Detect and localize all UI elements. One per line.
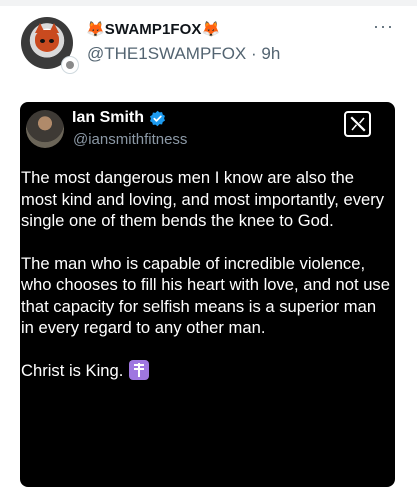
author-name: SWAMP1FOX xyxy=(104,21,202,38)
author-display-name[interactable]: 🦊SWAMP1FOX🦊 xyxy=(86,20,220,38)
post-time[interactable]: 9h xyxy=(261,44,280,63)
embedded-paragraph-2: The man who is capable of incredible vio… xyxy=(21,253,390,338)
embedded-post-image[interactable]: Ian Smith @iansmithfitness The most dang… xyxy=(20,102,395,487)
fox-icon xyxy=(35,23,59,52)
fox-emoji-left: 🦊 xyxy=(86,21,105,38)
embedded-author-name: Ian Smith xyxy=(72,109,145,126)
top-strip xyxy=(0,0,417,6)
author-handle[interactable]: @THE1SWAMPFOX xyxy=(87,44,246,63)
verified-badge-icon xyxy=(150,110,166,126)
embedded-paragraph-3: Christ is King. xyxy=(21,360,124,380)
embedded-paragraph-3-row: Christ is King. xyxy=(21,360,393,382)
embedded-author-handle: @iansmithfitness xyxy=(73,131,188,148)
embedded-author-avatar xyxy=(26,110,64,148)
embedded-paragraph-1: The most dangerous men I know are also t… xyxy=(21,168,385,230)
more-options-icon[interactable]: ··· xyxy=(373,16,394,37)
embedded-name-row: Ian Smith xyxy=(72,109,166,127)
embedded-post-text: The most dangerous men I know are also t… xyxy=(21,167,393,381)
orthodox-cross-icon xyxy=(129,360,150,381)
x-logo-icon xyxy=(344,111,371,137)
fox-emoji-right: 🦊 xyxy=(201,21,221,38)
author-handle-line: @THE1SWAMPFOX · 9h xyxy=(87,44,280,64)
affiliate-badge-icon xyxy=(62,57,78,73)
separator-dot: · xyxy=(251,44,257,63)
